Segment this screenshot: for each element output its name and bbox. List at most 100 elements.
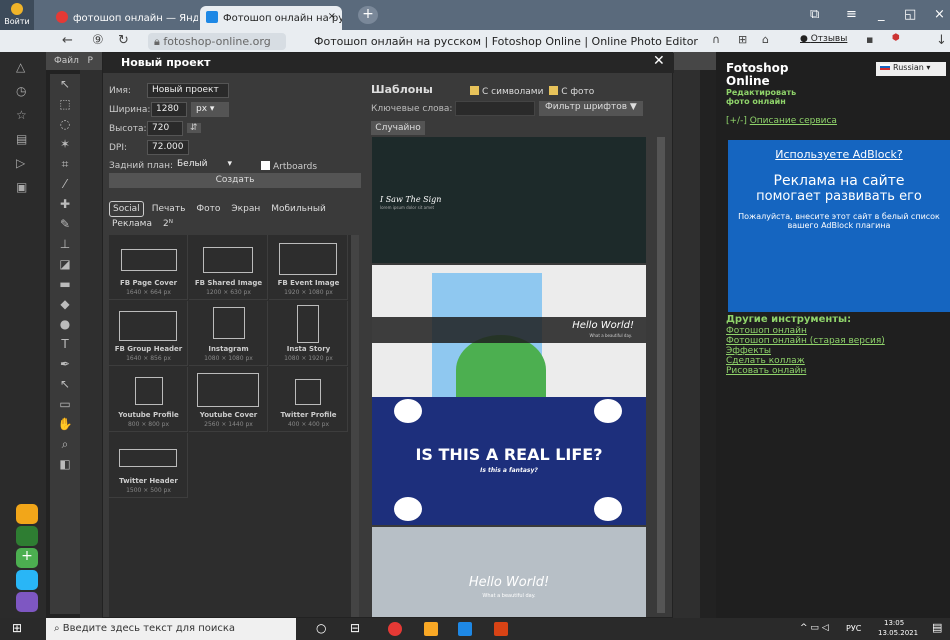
select-tool-icon[interactable]: ⬚ bbox=[50, 94, 80, 114]
color-swatches-icon[interactable]: ◧ bbox=[50, 454, 80, 474]
reviews-link[interactable]: ● Отзывы bbox=[800, 34, 847, 44]
heal-tool-icon[interactable]: ✚ bbox=[50, 194, 80, 214]
move-tool-icon[interactable]: ↖ bbox=[50, 74, 80, 94]
preset-twitter-profile[interactable]: Twitter Profile 400 × 400 px bbox=[269, 367, 348, 432]
path-select-icon[interactable]: ↖ bbox=[50, 374, 80, 394]
preset-fb-group-header[interactable]: FB Group Header 1640 × 856 px bbox=[109, 301, 188, 366]
magic-wand-icon[interactable]: ✶ bbox=[50, 134, 80, 154]
menu-p[interactable]: Р bbox=[87, 56, 92, 66]
tab-close-icon[interactable]: × bbox=[328, 11, 336, 22]
pen-tool-icon[interactable]: ✒ bbox=[50, 354, 80, 374]
back-icon[interactable]: ← bbox=[62, 33, 73, 48]
dodge-tool-icon[interactable]: ● bbox=[50, 314, 80, 334]
templates-scrollbar[interactable] bbox=[657, 137, 665, 613]
brush-tool-icon[interactable]: ✎ bbox=[50, 214, 80, 234]
preset-insta-story[interactable]: Insta Story 1080 × 1920 px bbox=[269, 301, 348, 366]
eraser-tool-icon[interactable]: ◪ bbox=[50, 254, 80, 274]
category-mobile[interactable]: Мобильный bbox=[268, 202, 329, 216]
unit-select[interactable]: px ▾ bbox=[191, 102, 229, 117]
restore-icon[interactable]: ◱ bbox=[904, 7, 916, 22]
preset-instagram[interactable]: Instagram 1080 × 1080 px bbox=[189, 301, 268, 366]
swap-dimensions-icon[interactable]: ⇵ bbox=[187, 123, 201, 133]
reader-icon[interactable]: ∩ bbox=[712, 33, 720, 46]
link-effects[interactable]: Эффекты bbox=[726, 346, 885, 356]
yandex-browser-icon[interactable] bbox=[388, 622, 402, 636]
reload-icon[interactable]: ↻ bbox=[118, 33, 129, 48]
input-language[interactable]: РУС bbox=[846, 624, 861, 633]
shape-tool-icon[interactable]: ▭ bbox=[50, 394, 80, 414]
player-icon[interactable]: ▷ bbox=[16, 156, 25, 170]
yandex-logo-icon[interactable]: ⑨ bbox=[92, 33, 104, 48]
alice-app-icon[interactable] bbox=[16, 592, 38, 612]
crop-tool-icon[interactable]: ⌗ bbox=[50, 154, 80, 174]
link-collage[interactable]: Сделать коллаж bbox=[726, 356, 885, 366]
category-power-of-two[interactable]: 2ᴺ bbox=[160, 217, 176, 231]
login-button[interactable]: Войти bbox=[0, 0, 34, 30]
template-hello-blur[interactable]: Hello World! What a beautiful day. bbox=[372, 527, 646, 617]
translate-icon[interactable]: ⌂ bbox=[762, 33, 769, 46]
task-view-icon[interactable]: ⊟ bbox=[350, 621, 360, 635]
category-social[interactable]: Social bbox=[109, 201, 144, 217]
gradient-tool-icon[interactable]: ▬ bbox=[50, 274, 80, 294]
symbols-checkbox[interactable]: С символами bbox=[470, 86, 543, 97]
template-sign[interactable]: I Saw The Sign lorem ipsum dolor sit ame… bbox=[372, 137, 646, 263]
lasso-tool-icon[interactable]: ◌ bbox=[50, 114, 80, 134]
alice-icon[interactable]: △ bbox=[16, 60, 25, 74]
mail-app-icon[interactable] bbox=[16, 504, 38, 524]
bookmark-icon[interactable]: ▪ bbox=[866, 33, 873, 46]
zen-icon[interactable]: ▣ bbox=[16, 180, 27, 194]
bookmarks-icon[interactable]: ⧉ bbox=[810, 7, 819, 22]
stamp-tool-icon[interactable]: ⊥ bbox=[50, 234, 80, 254]
tab-yandex[interactable]: фотошоп онлайн — Яндекс bbox=[50, 6, 198, 30]
dpi-field[interactable]: 72.000 bbox=[147, 140, 189, 155]
link-photoshop-online[interactable]: Фотошоп онлайн bbox=[726, 326, 885, 336]
width-field[interactable]: 1280 bbox=[151, 102, 187, 117]
link-photoshop-old[interactable]: Фотошоп онлайн (старая версия) bbox=[726, 336, 885, 346]
category-ads[interactable]: Реклама bbox=[109, 217, 155, 231]
collections-icon[interactable]: ▤ bbox=[16, 132, 27, 146]
cortana-icon[interactable]: ○ bbox=[316, 621, 326, 635]
tray-icons[interactable]: ^ ▭ ◁ bbox=[800, 623, 829, 633]
tab-fotoshop[interactable]: Фотошоп онлайн на русском× bbox=[200, 6, 342, 30]
download-icon[interactable]: ↓ bbox=[936, 33, 947, 48]
eyedropper-icon[interactable]: ⁄ bbox=[50, 174, 80, 194]
messenger-app-icon[interactable] bbox=[16, 526, 38, 546]
start-icon[interactable]: ⊞ bbox=[12, 621, 22, 635]
blur-tool-icon[interactable]: ◆ bbox=[50, 294, 80, 314]
preset-fb-event-image[interactable]: FB Event Image 1920 × 1080 px bbox=[269, 235, 348, 300]
height-field[interactable]: 720 bbox=[147, 121, 183, 136]
photo-checkbox[interactable]: С фото bbox=[549, 86, 594, 97]
language-select[interactable]: Russian ▾ bbox=[876, 62, 946, 76]
text-tool-icon[interactable]: T bbox=[50, 334, 80, 354]
extensions-icon[interactable]: ⊞ bbox=[738, 33, 747, 46]
new-tab-button[interactable]: + bbox=[358, 6, 378, 24]
zoom-tool-icon[interactable]: ⌕ bbox=[50, 434, 80, 454]
font-filter-select[interactable]: Фильтр шрифтов ▼ bbox=[539, 101, 643, 116]
favorites-icon[interactable]: ☆ bbox=[16, 108, 27, 122]
template-hello-pixel[interactable]: Hello World! What a beautiful day. bbox=[372, 265, 646, 397]
preset-fb-shared-image[interactable]: FB Shared Image 1200 × 630 px bbox=[189, 235, 268, 300]
powerpoint-icon[interactable] bbox=[494, 622, 508, 636]
create-button[interactable]: Создать bbox=[109, 173, 361, 188]
category-screen[interactable]: Экран bbox=[228, 202, 263, 216]
history-icon[interactable]: ◷ bbox=[16, 84, 26, 98]
description-link[interactable]: Описание сервиса bbox=[750, 116, 837, 126]
preset-youtube-cover[interactable]: Youtube Cover 2560 × 1440 px bbox=[189, 367, 268, 432]
menu-icon[interactable]: ≡ bbox=[846, 7, 857, 22]
keywords-input[interactable] bbox=[455, 101, 535, 116]
name-field[interactable]: Новый проект bbox=[147, 83, 229, 98]
taskbar-search[interactable]: ⌕ Введите здесь текст для поиска bbox=[46, 618, 296, 640]
explorer-icon[interactable] bbox=[424, 622, 438, 636]
preset-youtube-profile[interactable]: Youtube Profile 800 × 800 px bbox=[109, 367, 188, 432]
menu-file[interactable]: Файл bbox=[54, 56, 79, 66]
word-icon[interactable] bbox=[458, 622, 472, 636]
url-field[interactable]: 🔒︎ fotoshop-online.org bbox=[148, 33, 286, 50]
adblock-icon[interactable]: ⬢ bbox=[892, 33, 900, 43]
preset-fb-page-cover[interactable]: FB Page Cover 1640 × 664 px bbox=[109, 235, 188, 300]
dialog-close-icon[interactable]: ✕ bbox=[653, 53, 665, 69]
notifications-icon[interactable]: ▤ bbox=[932, 621, 942, 634]
minimize-icon[interactable]: _ bbox=[878, 7, 885, 22]
preset-twitter-header[interactable]: Twitter Header 1500 × 500 px bbox=[109, 433, 188, 498]
category-photo[interactable]: Фото bbox=[193, 202, 223, 216]
hand-tool-icon[interactable]: ✋ bbox=[50, 414, 80, 434]
